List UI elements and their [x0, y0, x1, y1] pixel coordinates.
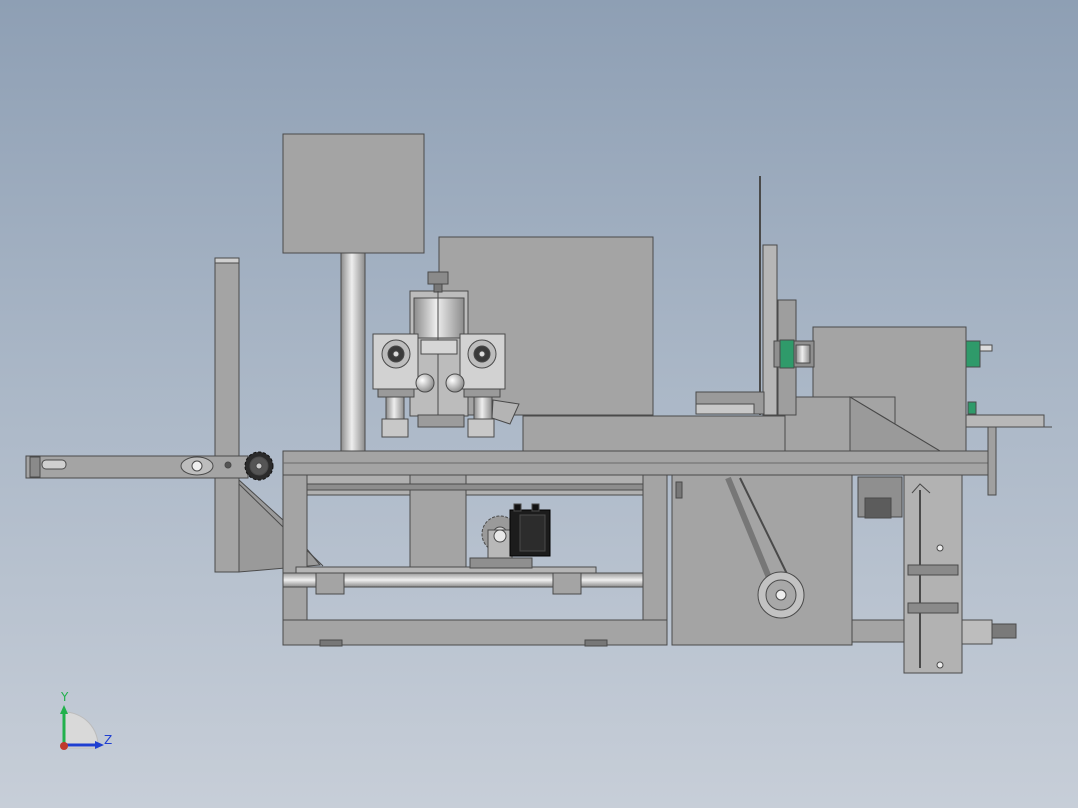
lift-plate — [903, 474, 1017, 674]
main-table-top — [282, 450, 996, 476]
guide-plate — [695, 176, 797, 416]
coupling-right — [965, 340, 993, 415]
origin-marker — [60, 742, 68, 750]
coupling-left — [773, 339, 815, 369]
support-column — [340, 252, 366, 452]
z-axis-label: Z — [104, 733, 112, 747]
infeed-arm — [25, 455, 249, 479]
drive-sprocket — [244, 451, 274, 481]
cylinder-block — [409, 271, 469, 428]
cad-viewport[interactable]: Y Z — [0, 0, 1078, 808]
small-motor — [857, 476, 903, 519]
y-axis-label: Y — [60, 690, 69, 704]
gear-motor — [469, 503, 551, 569]
machine-assembly-drawing: Y Z — [25, 133, 1052, 750]
feed-block — [522, 415, 786, 452]
guide-rod — [282, 566, 644, 595]
orientation-triad: Y Z — [60, 690, 112, 750]
control-box — [282, 133, 425, 254]
carriage-rail — [306, 483, 644, 491]
